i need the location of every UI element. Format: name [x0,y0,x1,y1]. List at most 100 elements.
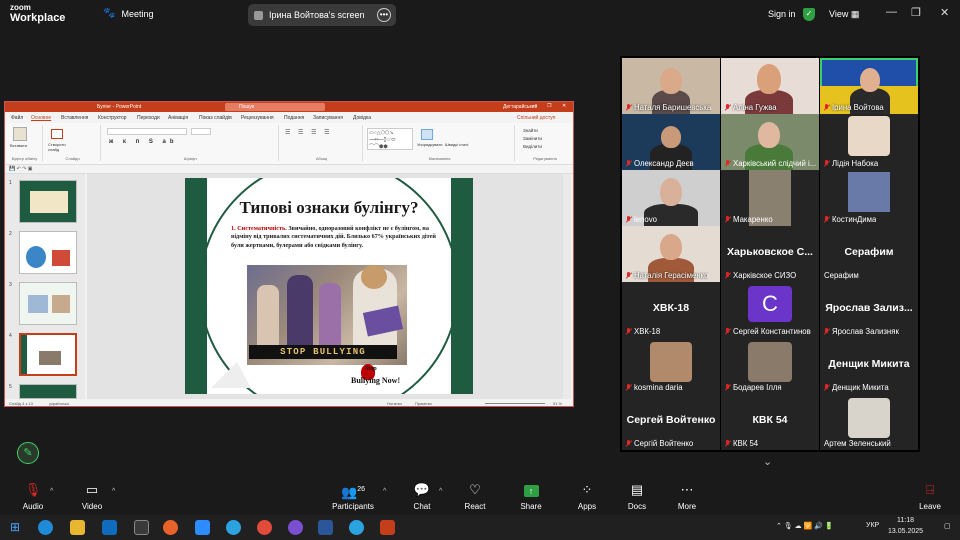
participant-tile[interactable]: Бодарев Ілля [721,338,819,394]
participant-tile[interactable]: Лідія Набока [820,114,918,170]
slide-thumbnail[interactable] [19,282,77,325]
participant-tile[interactable]: Наталя Баришевська [622,58,720,114]
participant-tile[interactable]: lenovo [622,170,720,226]
tab-home[interactable]: Основне [31,115,51,121]
annotate-pencil-icon[interactable]: ✎ [17,442,39,464]
font-family-select[interactable] [107,128,187,135]
select-button[interactable]: Виділити [523,144,542,149]
audio-options-chevron-icon[interactable]: ^ [50,488,53,495]
participant-tile[interactable]: kosmina daria [622,338,720,394]
store-icon[interactable] [134,520,149,535]
security-shield-icon[interactable]: ✓ [803,8,815,21]
gallery-scroll-down-icon[interactable]: ⌄ [763,455,772,468]
video-button[interactable]: ▭ Video [77,482,107,511]
canvas-scrollbar[interactable] [563,174,571,399]
video-options-chevron-icon[interactable]: ^ [112,488,115,495]
tray-icons[interactable]: ⌃ 🎙 ☁ 🛜 🔊 🔋 [776,522,834,530]
participant-tile[interactable]: Артем Зеленський [820,394,918,450]
notifications-icon[interactable]: ▢ [944,522,951,530]
word-icon[interactable] [318,520,333,535]
current-slide[interactable]: Типові ознаки булінгу? 1. Систематичніст… [185,178,473,394]
share-button[interactable]: ↑ Share [518,482,544,511]
participants-options-chevron-icon[interactable]: ^ [383,488,386,495]
clock-date[interactable]: 13.05.2025 [888,528,923,535]
audio-button[interactable]: 🎙 Audio [18,482,48,511]
participant-tile[interactable]: Аліна Гужва [721,58,819,114]
font-format-buttons[interactable]: ж к п S ab [109,139,178,145]
telegram-icon[interactable] [226,520,241,535]
chrome-icon[interactable] [257,520,272,535]
zoom-app-icon[interactable] [195,520,210,535]
participant-tile[interactable]: Ярослав Зализ... Ярослав Зализняк [820,282,918,338]
tab-slideshow[interactable]: Показ слайдів [199,115,232,121]
tab-review[interactable]: Рецензування [241,115,274,121]
slide-thumbnail[interactable] [19,231,77,274]
minimize-icon[interactable]: — [886,6,897,18]
paragraph-buttons[interactable]: ☰ ☰ ☰ ☰ [285,129,333,136]
tab-view[interactable]: Подання [284,115,304,121]
chat-options-chevron-icon[interactable]: ^ [439,488,442,495]
more-options-icon[interactable]: ••• [377,8,391,22]
ppt-restore-icon[interactable]: ❐ [547,103,551,109]
tab-animations[interactable]: Анімація [168,115,188,121]
restore-icon[interactable]: ❐ [911,6,921,19]
participant-tile[interactable]: Сергей Войтенко Сергій Войтенко [622,394,720,450]
meeting-button[interactable]: 🐾 Meeting [103,8,153,19]
quick-access-icons[interactable]: 💾 ↶ ↷ ▣ [9,166,33,172]
participant-tile[interactable]: ХВК-18 ХВК-18 [622,282,720,338]
ppt-search-box[interactable]: Пошук [225,103,325,111]
slide-thumbnail[interactable] [19,384,77,399]
tab-help[interactable]: Довідка [353,115,371,121]
tab-file[interactable]: Файл [11,115,23,121]
participant-tile[interactable]: Денщик Микита Денщик Микита [820,338,918,394]
clock-time[interactable]: 11:18 [897,517,914,524]
file-explorer-icon[interactable] [70,520,85,535]
participant-tile[interactable]: Макаренко [721,170,819,226]
telegram-2-icon[interactable] [349,520,364,535]
participant-tile[interactable]: Харківський слідчий і... [721,114,819,170]
sign-in-link[interactable]: Sign in [768,9,796,19]
input-language[interactable]: УКР [866,522,879,529]
tab-insert[interactable]: Вставлення [61,115,88,121]
participant-tile[interactable]: C Сергей Константинов [721,282,819,338]
participant-tile[interactable]: Серафим Серафим [820,226,918,282]
paste-icon[interactable] [13,127,27,141]
apps-button[interactable]: ⁘ Apps [574,482,600,511]
firefox-icon[interactable] [163,520,178,535]
tab-transitions[interactable]: Переходи [137,115,160,121]
ppt-close-icon[interactable]: ✕ [562,103,566,109]
slide-thumbnail-selected[interactable] [19,333,77,376]
zoom-slider[interactable] [485,403,545,404]
font-size-select[interactable] [191,128,211,135]
participants-button[interactable]: 👥26 Participants [330,482,376,511]
replace-button[interactable]: Замінити [523,136,542,141]
close-icon[interactable]: ✕ [940,6,949,19]
participant-tile-speaking[interactable]: Ірина Войтова [820,58,918,114]
tab-recording[interactable]: Записування [313,115,343,121]
view-button[interactable]: View ▦ [829,9,859,20]
leave-button[interactable]: ⍈ Leave [916,482,944,511]
participant-tile[interactable]: Наталія Герасіменко [622,226,720,282]
tab-design[interactable]: Конструктор [98,115,127,121]
find-button[interactable]: Знайти [523,128,538,133]
status-notes-button[interactable]: Нотатки [387,401,402,406]
new-slide-icon[interactable] [51,129,63,139]
ppt-minimize-icon[interactable]: — [532,103,537,109]
slide-thumbnail[interactable] [19,180,77,223]
powerpoint-icon[interactable] [380,520,395,535]
chat-button[interactable]: 💬 Chat [410,482,434,511]
shared-screen-indicator[interactable]: Ірина Войтова's screen ••• [248,4,396,26]
shapes-gallery[interactable]: ▭○△⬠⬡↘ ⟶⟵{}☆⬭ ⌒⌒⬟⬢ [367,128,413,150]
ppt-share-button[interactable]: Спільний доступ [517,115,555,121]
status-comments-button[interactable]: Примітки [415,401,432,406]
arrange-icon[interactable] [421,129,433,140]
docs-button[interactable]: ▤ Docs [624,482,650,511]
react-button[interactable]: ♡ React [462,482,488,511]
outlook-icon[interactable] [102,520,117,535]
participant-tile[interactable]: Харьковское С... Харківское СИЗО [721,226,819,282]
participant-tile[interactable]: КостинДима [820,170,918,226]
windows-start-icon[interactable]: ⊞ [10,520,25,535]
participant-tile[interactable]: Олександр Деєв [622,114,720,170]
participant-tile[interactable]: КВК 54 КВК 54 [721,394,819,450]
viber-icon[interactable] [288,520,303,535]
